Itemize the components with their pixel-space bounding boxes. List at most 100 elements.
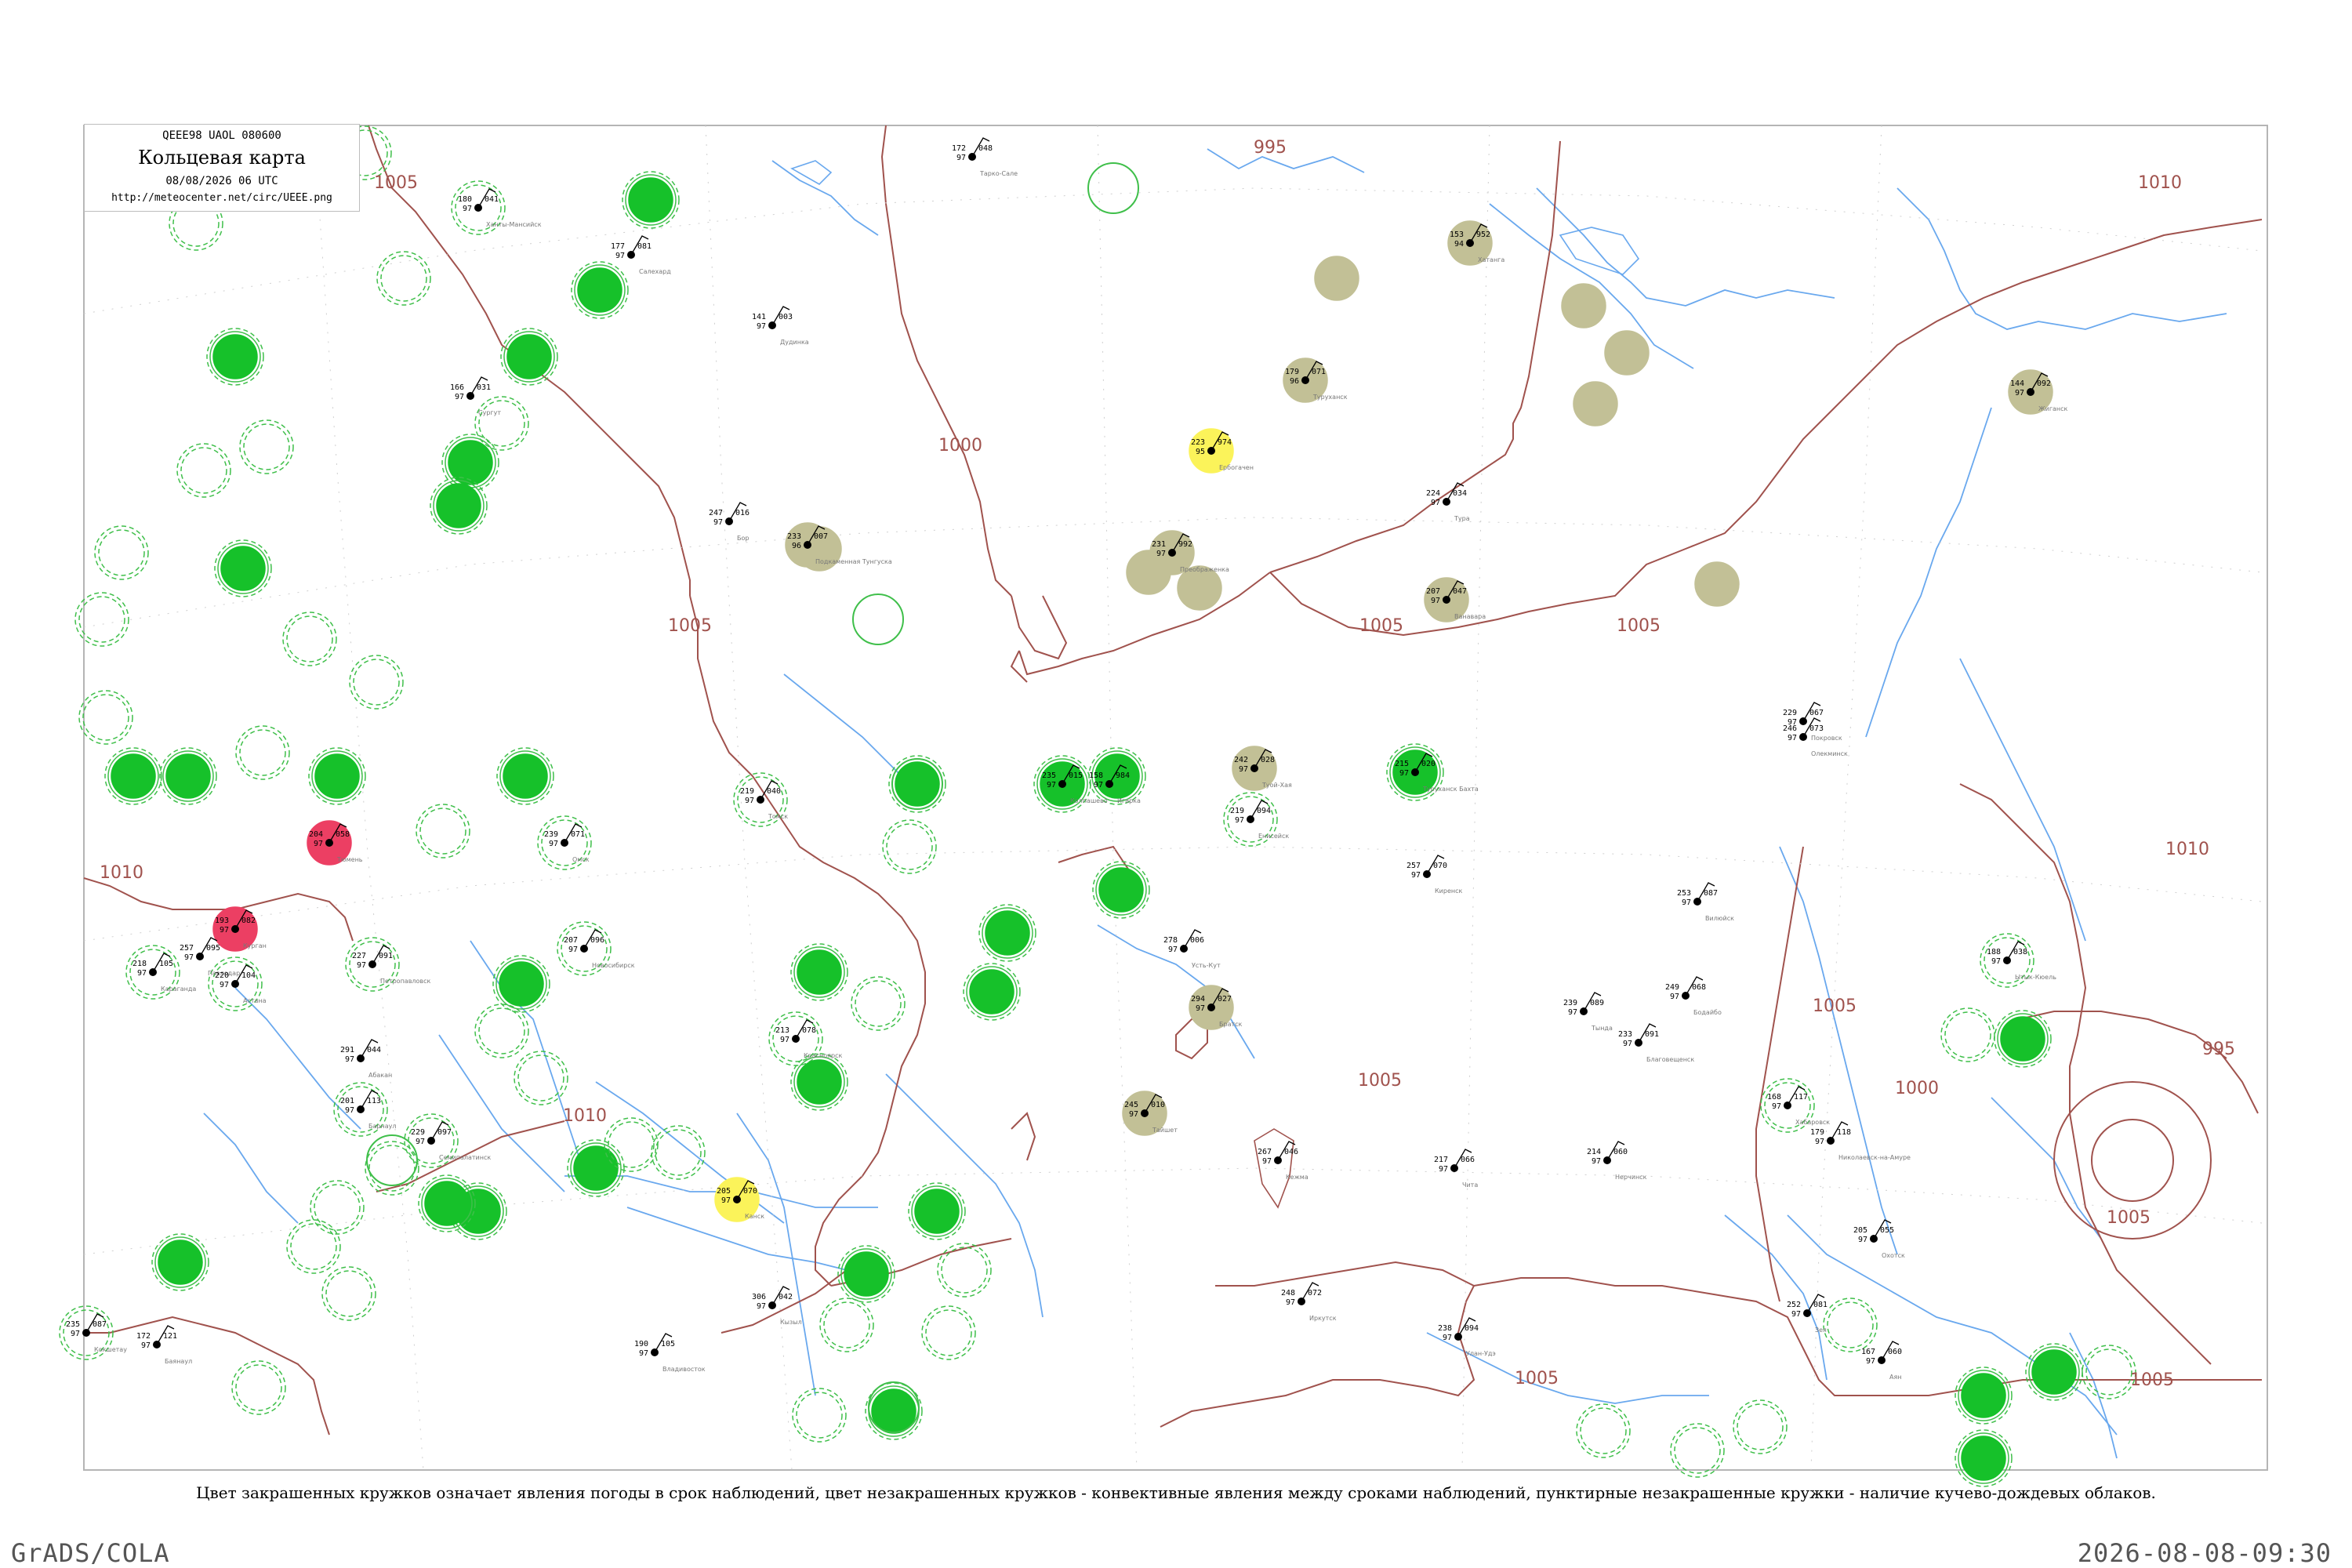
station-dewpoint: 97	[1399, 769, 1409, 778]
station-dewpoint: 97	[1623, 1040, 1632, 1048]
station-name: Преображенка	[1180, 566, 1229, 573]
station-temperature: 220	[215, 971, 229, 980]
station-temperature: 267	[1258, 1148, 1272, 1156]
station-pressure: 105	[159, 960, 173, 968]
station-temperature: 235	[1042, 771, 1056, 780]
isobar-label: 1010	[100, 863, 143, 883]
station-name: Олекминск	[1811, 750, 1848, 757]
station-name: Улан-Удэ	[1466, 1350, 1496, 1357]
station-dewpoint: 97	[2015, 389, 2024, 397]
station-dewpoint: 97	[1196, 1004, 1205, 1013]
isobar-label: 1010	[2165, 840, 2209, 859]
station-temperature: 229	[1783, 709, 1797, 717]
station-name: Игарка	[1117, 797, 1141, 804]
station-name: Хабаровск	[1795, 1119, 1830, 1126]
station-dewpoint: 97	[745, 797, 754, 805]
station-name: Салехард	[639, 268, 671, 275]
station-temperature: 233	[787, 532, 801, 541]
station-dewpoint: 97	[1431, 499, 1440, 507]
station-dewpoint: 97	[639, 1349, 648, 1358]
station-temperature: 219	[740, 787, 754, 796]
render-timestamp: 2026-08-08-09:30	[2077, 1538, 2332, 1568]
station-pressure: 060	[1888, 1348, 1902, 1356]
station-name: Омск	[572, 856, 590, 863]
station-dewpoint: 97	[1815, 1138, 1824, 1146]
station-name: Николаевск-на-Амуре	[1838, 1154, 1911, 1161]
station-temperature: 218	[132, 960, 147, 968]
station-name: Ванавара	[1454, 613, 1486, 620]
station-dewpoint: 94	[1454, 240, 1464, 249]
station-dewpoint: 97	[1156, 550, 1166, 558]
station-name: Колпашево	[1070, 797, 1108, 804]
isobar-label: 1005	[1358, 1071, 1402, 1091]
station-pressure: 070	[1433, 862, 1447, 870]
station-dewpoint: 97	[345, 1055, 354, 1064]
station-name: Ханты-Мансийск	[486, 221, 542, 228]
station-dewpoint: 97	[1129, 1110, 1138, 1119]
station-dewpoint: 97	[1682, 898, 1691, 907]
station-dewpoint: 97	[455, 393, 464, 401]
isobar-label: 1005	[374, 173, 418, 193]
station-name: Иркутск	[1309, 1315, 1337, 1322]
station-pressure: 087	[1704, 889, 1718, 898]
map-header: QEEE98 UAOL 080600 Кольцевая карта 08/08…	[84, 124, 360, 212]
station-pressure: 094	[1465, 1324, 1479, 1333]
station-pressure: 073	[1809, 724, 1824, 733]
station-pressure: 071	[1312, 368, 1326, 376]
station-name: Тарко-Сале	[979, 170, 1018, 177]
station-temperature: 223	[1191, 438, 1205, 447]
station-circle-filled-olive	[1314, 256, 1359, 301]
station-name: Канск	[745, 1213, 764, 1220]
station-name: Тюмень	[336, 856, 363, 863]
isobar-label: 1005	[1359, 616, 1403, 636]
station-temperature: 179	[1810, 1128, 1824, 1137]
station-dewpoint: 97	[1235, 816, 1244, 825]
station-temperature: 167	[1861, 1348, 1875, 1356]
station-temperature: 201	[340, 1097, 354, 1105]
station-temperature: 306	[752, 1293, 766, 1301]
station-pressure: 041	[485, 195, 499, 204]
station-pressure: 072	[1308, 1289, 1322, 1298]
station-pressure: 007	[814, 532, 828, 541]
station-dewpoint: 97	[1439, 1165, 1448, 1174]
station-dewpoint: 97	[71, 1330, 80, 1338]
station-temperature: 177	[611, 242, 625, 251]
station-temperature: 190	[634, 1340, 648, 1348]
station-temperature: 291	[340, 1046, 354, 1054]
station-pressure: 016	[735, 509, 750, 517]
station-name: Тайшет	[1152, 1127, 1178, 1134]
station-name: Усть-Кут	[1192, 962, 1221, 969]
station-temperature: 219	[1230, 807, 1244, 815]
station-dewpoint: 97	[615, 252, 625, 260]
station-dewpoint: 97	[345, 1106, 354, 1115]
station-temperature: 233	[1618, 1030, 1632, 1039]
station-pressure: 010	[1151, 1101, 1165, 1109]
station-pressure: 096	[590, 936, 604, 945]
station-temperature: 141	[752, 313, 766, 321]
station-pressure: 097	[437, 1128, 452, 1137]
station-pressure: 992	[1178, 540, 1192, 549]
station-dewpoint: 97	[713, 518, 723, 527]
station-temperature: 248	[1281, 1289, 1295, 1298]
station-name: Подкаменная Тунгуска	[815, 558, 892, 565]
station-name: Курган	[243, 942, 267, 949]
station-pressure: 113	[367, 1097, 381, 1105]
station-pressure: 038	[2013, 948, 2027, 956]
station-pressure: 091	[1645, 1030, 1659, 1039]
station-name: Хатанга	[1478, 256, 1504, 263]
isobar-label: 995	[1254, 138, 1287, 158]
isobar-label: 1005	[2130, 1370, 2174, 1390]
station-name: Зея	[1815, 1327, 1827, 1334]
station-name: Бодайбо	[1693, 1009, 1722, 1016]
station-pressure: 068	[1692, 983, 1706, 992]
legend-caption: Цвет закрашенных кружков означает явлени…	[196, 1483, 2156, 1502]
station-temperature: 214	[1587, 1148, 1601, 1156]
station-name: Охотск	[1882, 1252, 1905, 1259]
station-temperature: 168	[1767, 1093, 1781, 1102]
station-pressure: 034	[1453, 489, 1467, 498]
station-pressure: 027	[1218, 995, 1232, 1004]
isobar-label: 1000	[938, 436, 982, 456]
station-name: Туой-Хая	[1261, 782, 1292, 789]
isobar-label: 1005	[1617, 616, 1661, 636]
station-pressure: 081	[1813, 1301, 1828, 1309]
